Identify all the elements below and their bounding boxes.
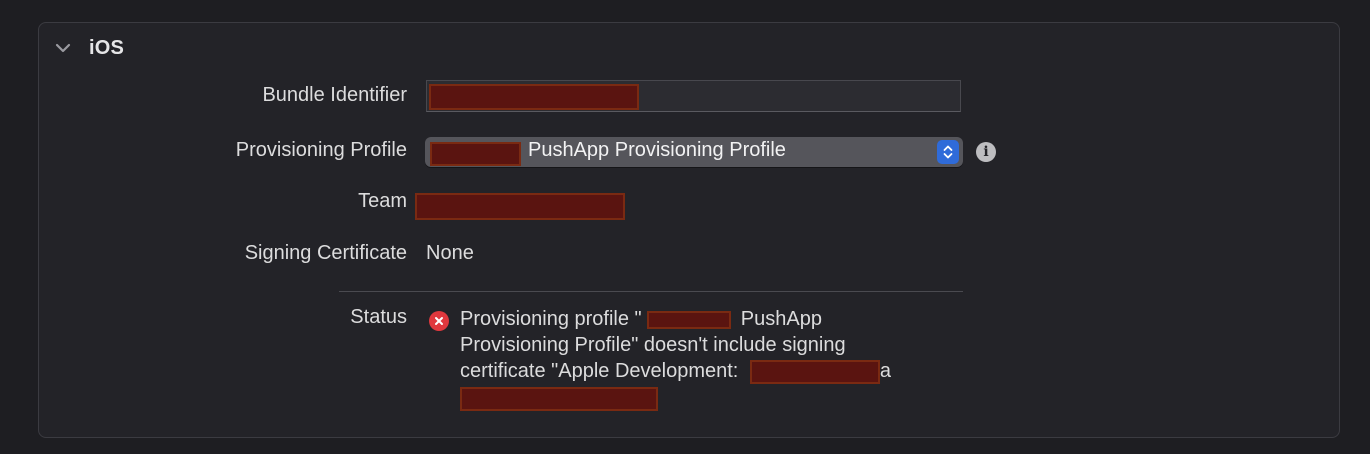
provisioning-profile-selected: PushApp Provisioning Profile: [528, 139, 786, 161]
redacted-profile-name: [647, 310, 732, 329]
bundle-identifier-label: Bundle Identifier: [262, 84, 407, 106]
redacted-bundle-id: [429, 84, 639, 110]
ios-section-header[interactable]: iOS: [53, 35, 124, 61]
info-icon[interactable]: i: [976, 142, 996, 162]
redacted-team: [415, 193, 625, 220]
redacted-profile-prefix: [430, 142, 521, 166]
provisioning-profile-label: Provisioning Profile: [235, 139, 407, 161]
up-down-chevron-icon[interactable]: [937, 140, 959, 164]
redacted-developer-name: [749, 359, 880, 384]
section-title: iOS: [89, 36, 125, 59]
status-label: Status: [350, 306, 407, 328]
status-line-2: Provisioning Profile" doesn't include si…: [460, 334, 846, 356]
ios-signing-panel: iOS Bundle Identifier Provisioning Profi…: [38, 22, 1340, 438]
status-line-1: Provisioning profile " PushApp: [460, 308, 822, 330]
chevron-down-icon[interactable]: [53, 38, 73, 58]
team-label: Team: [358, 190, 407, 212]
error-icon: [429, 311, 449, 331]
redacted-team-id: [460, 386, 658, 411]
signing-certificate-value: None: [426, 242, 474, 264]
status-message: Provisioning profile " PushApp Provision…: [460, 306, 980, 411]
divider: [339, 291, 963, 292]
status-line-3: certificate "Apple Development: a: [460, 359, 892, 384]
status-line-4: [460, 384, 980, 411]
provisioning-profile-popup[interactable]: PushApp Provisioning Profile: [425, 137, 963, 167]
signing-certificate-label: Signing Certificate: [244, 242, 407, 264]
